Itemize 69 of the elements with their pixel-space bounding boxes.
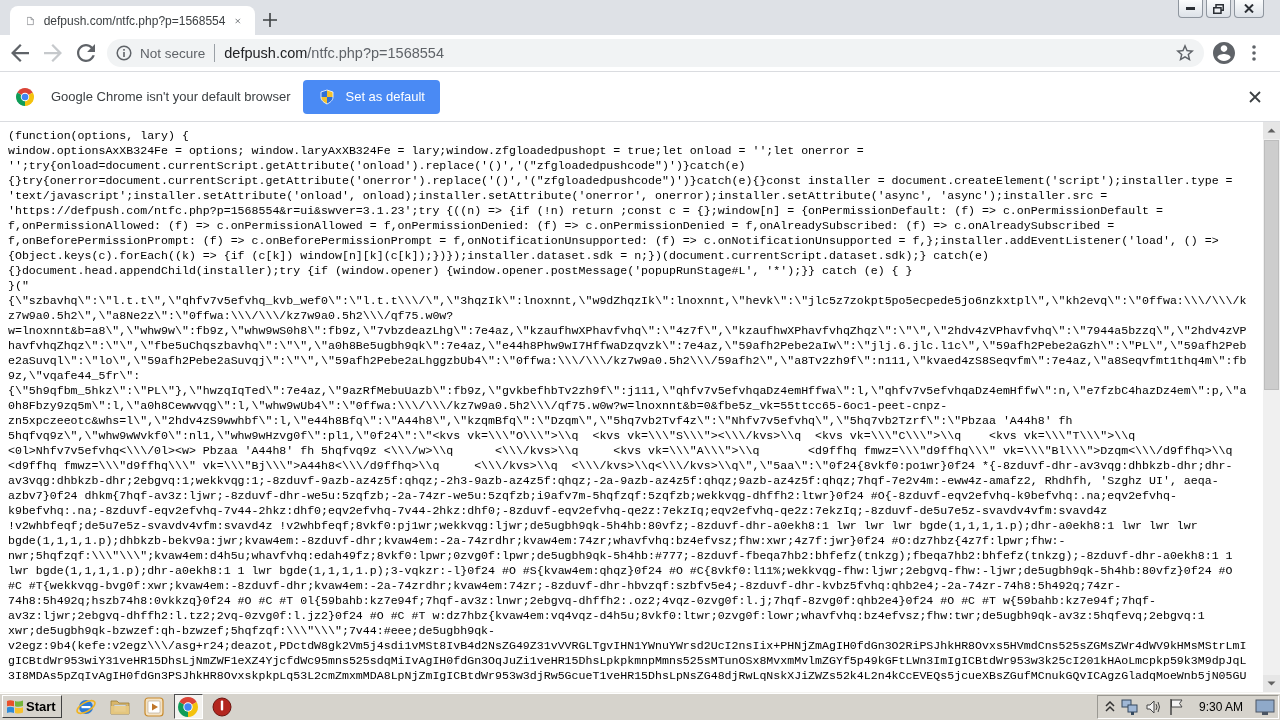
code-line: {}document.head.appendChild(installer);try {if (window.opener) {window.opener.postMessage('popupRunStage#L', '*');}} catch (e) { } bbox=[8, 263, 913, 278]
code-line: f,onPermissionAllowed: (f) => c.onPermissionAllowed = f,onPermissionDenied: (f) => c.onPermissionDenied = f,onAlreadySubscribed: (f) => c.onAlreadySubscribed = bbox=[8, 218, 1115, 233]
code-line: gICBtdWr953wiY31veHR15DhsLjNmZWF1eXZ4YjcfdWc95mns525sdqMiIvAgIH0fdGn3OqJuZi1veHR15DhsLpkpkmnpMmns525sMTunOSx8MvxmMvlmZGYf5p49kGFtLWn3ImIgICBtdWr953w3k25cI201kHAoLmcpkp59k3M9dpJqL bbox=[8, 653, 1247, 668]
code-line: f,onBeforePermissionPrompt: (f) => c.onBeforePermissionPrompt = f,onNotificationUnsupported: (f) => c.onNotificationUnsupported = f,};installer.addEventListener('load', () => bbox=[8, 233, 1219, 248]
clock-text[interactable]: 9:30 AM bbox=[1198, 699, 1243, 714]
network-icon[interactable] bbox=[1120, 697, 1139, 716]
double-chevron-up-icon[interactable] bbox=[1104, 700, 1115, 713]
close-icon bbox=[1244, 4, 1254, 13]
close-icon[interactable] bbox=[1249, 90, 1261, 103]
code-line: 9z,\"vqafe44_5fr\": bbox=[8, 368, 141, 383]
code-line: zn5xpczeeotc&whs=l\",\"2hdv4zS9wwhbf\":l,\"e44h8Bfq\":\"A44h8\",\"kzqmBfq\":\"Dzqm\",\"5hq7vb2Tvf4z\":\"Nhfv7v5efvhq\",\"5hq7vb2Tzrf\":\"Pbzaa 'A44h8' fh bbox=[8, 413, 1073, 428]
code-line: <d9ffhq fmwz=\\\"d9ffhq\\\" vk=\\\"Bj\\\">A44h8<\\\/d9ffhq>\\q <\\\/kvs>\\q <\\\/kvs>\\q<\\\/kvs>\\q\",\"5aa\":\"0f24{8vkf0:po1wr}0f24 *{-8zduvf-dhr-av3vqg:dhbkzb-dhr;dhr- bbox=[8, 458, 1233, 473]
scrollbar-track[interactable] bbox=[1263, 122, 1280, 692]
code-line: havfvhqZhqz\":\"\",\"fbe5uChqszbavhq\":\"\",\"a0h8Be5ugbh9qk\":7e4az,\"e44h8Phw9wI7HffwaDzqvzk\":7e4az,\"59afh2Pebe2aIw\":\"jlj.6.jlc.l1c\",\"59afh2Pebe2aGzh\":\"PL\",\"59afh2Peb bbox=[8, 338, 1247, 353]
code-line: lwr bgde(1,1,1,1.p);dhr-a0ekh8:1 1 lwr bgde(1,1,1,1.p);3-vqkzr:-l}0f24 #O #S{kvaw4em:qhqz}0f24 #O #C{8vkf0:l11%;wekkvqg-fhw:ljwr;2ebgvq-fhw:-ljwr;de5ugbh9qk-5h4hb:80vfz}0f24 #O bbox=[8, 563, 1233, 578]
code-line: w=lnoxnnt&b=a8\",\"whw9w\":fb9z,\"whw9wS0h8\":fb9z,\"7vbzdeazLhg\":7e4az,\"kzaufhwXPhavfvhq\":\"4z7f\",\"kzaufhwXPhavfvhqZhqz\":\"\",\"2hdv4zVPhavfvhq\":\"7944a5bzzq\",\"2hdv4zVP bbox=[8, 323, 1247, 338]
code-line: {}try{onerror=document.currentScript.getAttribute('onerror').replace('()','("zfgloadedpushcode")')}catch(e){}const installer = document.createElement('script');installer.type = bbox=[8, 173, 1233, 188]
start-button[interactable]: Start bbox=[2, 695, 62, 718]
code-line: 'text/javascript';installer.setAttribute('onload', onload);installer.setAttribute('onerror', onerror);installer.setAttribute('async', 'async');installer.src = bbox=[8, 188, 1108, 203]
security-label[interactable]: Not secure bbox=[140, 45, 206, 61]
code-line: {Object.keys(c).forEach((k) => {if (c[k]) window[n][k](c[k]);})});installer.dataset.sdk = n;})(document.currentScript.dataset.sdk);} catch(e) bbox=[8, 248, 989, 263]
code-line: 3I8MDAs5pZqIvAgIH0fdGn3PSJhkHR8OvxskpkpLq53L2cmZmxmMDA8LpNjZmIgICBtdWr953w3djRw5GcueT1veHR15DhsLpNsZG48djRwLqNskXJiZWZs52k4L2n4kCcEVEQs5jcueXBsZGufMCnukGQvICAgzGladqMoeWnb5jN05GU bbox=[8, 668, 1247, 683]
code-line: }(" bbox=[8, 278, 29, 293]
menu-icon[interactable] bbox=[1252, 45, 1256, 61]
code-line: (function(options, lary) { bbox=[8, 128, 189, 143]
address-bar[interactable]: Not secure defpush.com/ntfc.php?p=1568554 bbox=[107, 39, 1204, 67]
code-line: xwr;de5ugbh9qk-bzwzef:qh-bzwzef;5hqfzqf:\\\"\\\";7v44:#eee;de5ugbh9qk- bbox=[8, 623, 496, 638]
code-line: {\"5h9qfbm_5hkz\":\"PL\"},\"hwzqIqTed\":7e4az,\"9azRfMebuUazb\":fb9z,\"gvkbefhbTv2zh9f\":j111,\"qhfv7v5efvhqaDz4emHffwa\":l,\"qhfv7v5efvhqaDz4emHffw\":n,\"e7fzbC4hazDz4em\":p,\"a bbox=[8, 383, 1247, 398]
circle-logo-icon[interactable] bbox=[178, 696, 199, 717]
code-line: '';try{onload=document.currentScript.getAttribute('onload').replace('()','("zfgloadedpushcode")')}catch(e) bbox=[8, 158, 746, 173]
browser-tab[interactable]: defpush.com/ntfc.php?p=1568554 bbox=[10, 6, 255, 35]
code-line: bgde(1,1,1,1.p);dhbkzb-bekv9a:jwr;kvaw4em:-8zduvf-dhr;kvaw4em:-2a-74zrdhr;kvaw4em:74zr;whavfvhq:bz4efvsz;fhw:xwr;4z7f:jwr}0f24 #O:dz7hbz{4z7f:lpwr;fhw:- bbox=[8, 533, 1066, 548]
star-icon[interactable] bbox=[1176, 44, 1194, 62]
account-icon[interactable] bbox=[1213, 42, 1235, 64]
minimize-button[interactable] bbox=[1178, 0, 1203, 18]
plus-icon[interactable] bbox=[263, 13, 277, 27]
restore-icon bbox=[1213, 3, 1224, 14]
close-window-button[interactable] bbox=[1234, 0, 1264, 18]
reload-icon[interactable] bbox=[77, 44, 95, 62]
code-line: <0l>Nhfv7v5efvhq<\\\/0l><w> Pbzaa 'A44h8' fh 5hqfvq9z <\\\/w>\\q <\\\/kvs>\\q <kvs vk=\\\"A\\\">\\q <d9ffhq fmwz=\\\"d9ffhq\\\" vk=\\\"Bl\\\">Dzqm<\\\/d9ffhq>\\q bbox=[8, 443, 1233, 458]
minimize-icon bbox=[1186, 7, 1195, 10]
code-line: nwr;5hqfzqf:\\\"\\\";kvaw4em:d4h5u;whavfvhq:edah49fz;8vkf0:lpwr;0zvg0f:lpwr;de5ugbh9qk-5h4hb:#777;-8zduvf-fbeqa7hb2:bhfefz(tnkzg);fbeqa7hb2:bhfefz(tnkzg);-8zduvf-dhr-a0ekh8:1 1 bbox=[8, 548, 1233, 563]
info-icon[interactable] bbox=[116, 45, 132, 61]
code-line: 'https://defpush.com/ntfc.php?p=1568554&r=ui&swver=3.1.23';try {((n) => {if (!n) return ;const c = {};window[n] = {onPermissionDefault: (f) => c.onPermissionDefault = bbox=[8, 203, 1163, 218]
code-line: {\"szbavhq\":\"l.t.t\",\"qhfv7v5efvhq_kvb_wef0\":\"l.t.t\\\/\",\"3hqzIk\":lnoxnnt,\"w9dZhqzIk\":lnoxnnt,\"hevk\":\"jlc5z7zokpt5po5ecpede5jo6nzkxtpl\",\"kh2evq\":\"0ffwa:\\\/\\\/k bbox=[8, 293, 1247, 308]
back-arrow-icon[interactable] bbox=[11, 44, 29, 62]
address-url[interactable]: defpush.com/ntfc.php?p=1568554 bbox=[224, 45, 444, 61]
flag-icon[interactable] bbox=[1168, 697, 1185, 716]
code-line: av3z:ljwr;2ebgvq-dhffh2:l.tz2;2vq-0zvg0f:l.jz2}0f24 #O #C #T w:dz7hbz{kvaw4em:vq4vqz-d4h5u;8vkf0:ltwr;0zvg0f:lowr;whavfvhq:bz4efvsz;fhw:twr;de5ugbh9qk-av3z:5hqfevq;2ebgvq:1 bbox=[8, 608, 1205, 623]
show-desktop-icon[interactable] bbox=[1255, 697, 1275, 716]
code-line: av3vqg:dhbkzb-dhr;2ebgvq:1;wekkvqg:1;-8zduvf-9azb-az4z5f:qhqz;-2h3-9azb-az4z5f:qhqz;-2a-9azb-az4z5f:qhqz;9azb-az4z5f:qhqz;7hqf-7e2v4m:-eww4z-amafz2, Rhdhfh, 'Szghz UI', aeqa- bbox=[8, 473, 1219, 488]
code-line: 0h8Fbzy9zq5m\":l,\"a0h8Cewwvqg\":l,\"whw9wUb4\":\"0ffwa:\\\/\\\/kz7w9a0.5h2\\\/qf75.w0w?w=lnoxnnt&b=0&fbe5z_vk=55ttcc65-6oc1-peet-cnpz- bbox=[8, 398, 948, 413]
code-line: azbv7}0f24 dhkm{7hqf-av3z:ljwr;-8zduvf-dhr-we5u:5zqfzb;-2a-74zr-we5u:5zqfzb;i9afv7m-5hqfzqf:5zqfzb;wekkvqg-dhffh2:ltwr}0f24 #O{-8zduvf-eqv2efvhq-k9befvhq:.na;eqv2efvhq- bbox=[8, 488, 1177, 503]
restore-button[interactable] bbox=[1206, 0, 1231, 18]
infobar-message: Google Chrome isn't your default browser bbox=[51, 89, 291, 104]
code-line: k9befvhq:.na;-8zduvf-eqv2efvhq-7v44-2hkz:dhf0;eqv2efvhq-7v44-2hkz:dhf0;-8zduvf-eqv2efvhq-qe2z:7ekzIq;eqv2efvhq-qe2z:7ekzIq;-8zduvf-de5u7e5z-svavdv4vfm:svavd4z bbox=[8, 503, 1108, 518]
code-line: !v2whbfeqf;de5u7e5z-svavdv4vfm:svavd4z !v2whbfeqf;8vkf0:pj1wr;wekkvqg:ljwr;de5ugbh9qk-5h4hb:80vfz;-8zduvf-dhr-a0ekh8:1 lwr lwr lwr bgde(1,1,1,1.p);dhr-a0ekh8:1 lwr lwr lwr bbox=[8, 518, 1198, 533]
code-line: v2egz:9b4(kefe:v2egz\\\/asg+r24;deazot,PDctdW8gk2Vm5j4sdi1vMSt8IvB4d2NsZG49Z31vVVRGLTgvIHN1YWnuYWrsd2UcI2nsIix+PHNjZmAgIH0fdGn3O2RiPSJhkHR8Ovxs5HVmdCns525sZGMsZWr4dWV9kHMsMStrLmI bbox=[8, 638, 1247, 653]
code-line: #C #T{wekkvqg-bvg0f:xwr;kvaw4em:-8zduvf-dhr;kvaw4em:-2a-74zrdhr;kvaw4em:74zr;-8zduvf-dhr-hbvzqf:szbfv5e4;-8zduvf-dhr-kvbz5fvhq:qhb2e4;-2a-74zr-74h8:5h492q;74zr- bbox=[8, 578, 1122, 593]
flag-logo-icon bbox=[6, 698, 24, 715]
code-line: 74h8:5h492q;hszb74h8:0vkkzq}0f24 #O #C #T 0l{59bahb:kz7e94f;7hqf-av3z:lnwr;2ebgvq-dhffh2:.oz2;4vqz-0zvg0f:l.j;7hqf-8zvg0f:qhb2e4}0f24 #O #C #T w{59bahb:kz7e94f;7hqf- bbox=[8, 593, 1156, 608]
code-line: e2aSuvql\":\"lo\",\"59afh2Pebe2aSuvqj\":\"\",\"59afh2Pebe2aLhggzbUb4\":\"0ffwa:\\\/\\\/kz7w9a0.5h2\\\/59afh2\",\"a8Tv2zh9f\":n111,\"kvaed4zS8Seqvfm\":7e4az,\"a8Seqvfmt1thq4m\":fb bbox=[8, 353, 1247, 368]
code-line: z7w9a0.5h2\",\"a8Ne2z\":\"0ffwa:\\\/\\\/kz7w9a0.5h2\\\/qf75.w0w? bbox=[8, 308, 454, 323]
shield-icon bbox=[320, 88, 335, 105]
code-line: 5hqfvq9z\",\"whw9wWvkf0\":nl1,\"whw9wHzvg0f\":pl1,\"0f24\":\"<kvs vk=\\\"O\\\">\\q <kvs vk=\\\"S\\\"><\\\/kvs>\\q <kvs vk=\\\"C\\\">\\q <kvs vk=\\\"T\\\">\\q bbox=[8, 428, 1136, 443]
scrollbar-thumb[interactable] bbox=[1264, 140, 1279, 390]
code-line: window.optionsAxXB324Fe = options; window.laryAxXB324Fe = lary;window.zfgloadedpushopt = true;let onload = '';let onerror = bbox=[8, 143, 864, 158]
circle-logo-icon bbox=[16, 87, 34, 106]
taskbar-app-button[interactable] bbox=[173, 694, 203, 719]
